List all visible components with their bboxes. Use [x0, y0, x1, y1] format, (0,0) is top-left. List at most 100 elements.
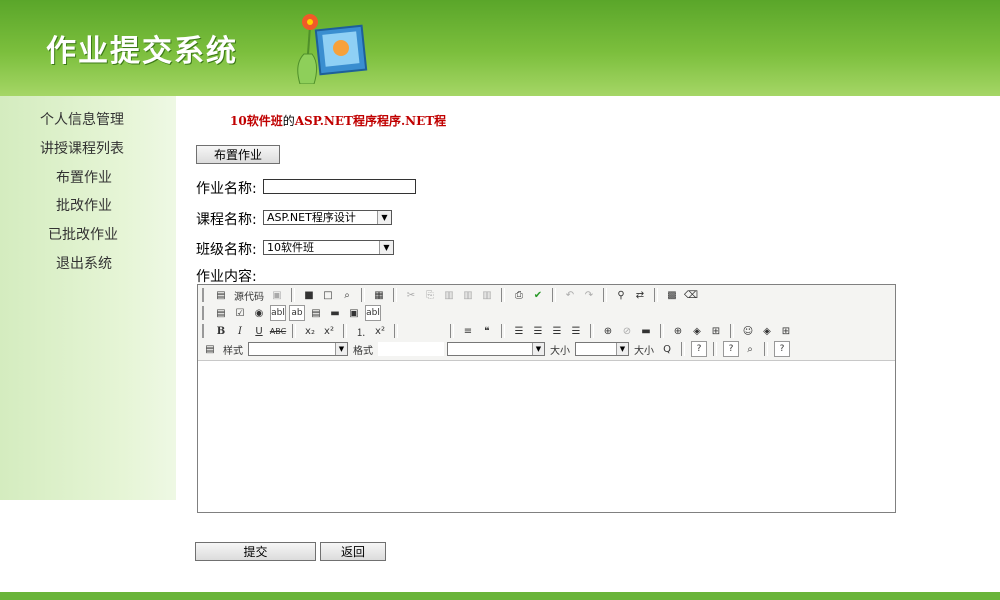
toolbar-separator	[660, 324, 664, 338]
new-document-icon[interactable]: □	[320, 287, 336, 303]
sidebar-item-assign-homework[interactable]: 布置作业	[56, 167, 112, 187]
toolbar-separator	[730, 324, 734, 338]
preview-icon[interactable]: ▣	[269, 287, 285, 303]
replace-icon[interactable]: ⇄	[632, 287, 648, 303]
smiley-icon[interactable]: ☺	[740, 323, 756, 339]
print-icon[interactable]: ⎙	[511, 287, 527, 303]
toolbar-grip	[202, 306, 207, 320]
align-right-icon[interactable]: ☰	[549, 323, 565, 339]
page-break-icon[interactable]: ⊞	[778, 323, 794, 339]
app-title: 作业提交系统	[46, 34, 238, 69]
toolbar-separator	[361, 288, 365, 302]
align-center-icon[interactable]: ☰	[530, 323, 546, 339]
chevron-down-icon: ▼	[532, 343, 544, 355]
table-icon[interactable]: ⊞	[708, 323, 724, 339]
back-button[interactable]: 返回	[320, 542, 386, 561]
connector-text: 的	[282, 114, 295, 128]
toolbar-separator	[501, 288, 505, 302]
help-icon[interactable]: ?	[774, 341, 790, 357]
assign-homework-button[interactable]: 布置作业	[196, 145, 280, 164]
unlink-icon[interactable]: ⊘	[619, 323, 635, 339]
course-select[interactable]: ASP.NET程序设计 ▼	[263, 210, 392, 225]
ordered-list-icon[interactable]: ⒈	[353, 323, 369, 339]
align-justify-icon[interactable]: ☰	[568, 323, 584, 339]
class-select[interactable]: 10软件班 ▼	[263, 240, 394, 255]
help-icon[interactable]: ?	[691, 341, 707, 357]
submit-button[interactable]: 提交	[195, 542, 316, 561]
cut-icon[interactable]: ✂	[403, 287, 419, 303]
unordered-list-icon[interactable]: x²	[372, 323, 388, 339]
underline-icon[interactable]: U	[251, 323, 267, 339]
indent-icon[interactable]: ≡	[460, 323, 476, 339]
header-banner: 作业提交系统	[0, 0, 1000, 96]
font-select[interactable]: ▼	[447, 342, 545, 356]
toolbar-separator	[654, 288, 658, 302]
format-select[interactable]	[378, 342, 444, 356]
align-left-icon[interactable]: ☰	[511, 323, 527, 339]
sidebar: 个人信息管理 讲授课程列表 布置作业 批改作业 已批改作业 退出系统	[0, 96, 176, 500]
redo-icon[interactable]: ↷	[581, 287, 597, 303]
toolbar-separator	[501, 324, 505, 338]
paste-icon[interactable]: ▥	[441, 287, 457, 303]
toolbar-row-2: ▤ ☑ ◉ abl ab ▤ ▬ ▣ abl	[202, 304, 381, 322]
chevron-down-icon: ▼	[616, 343, 628, 355]
toolbar-row-4: ▤ 样式 ▼ 格式 ▼ 大小 ▼ 大小 Q ? ? ⌕ ?	[202, 340, 790, 358]
paste-text-icon[interactable]: ▥	[460, 287, 476, 303]
sidebar-item-grade-homework[interactable]: 批改作业	[56, 195, 112, 215]
editor-toolbar: ▤ 源代码 ▣ ■ □ ⌕ ▦ ✂ ⎘ ▥ ▥ ▥ ⎙ ✔ ↶ ↷ ⚲ ⇄ ▩	[198, 285, 895, 361]
course-name-label: 课程名称:	[196, 212, 257, 228]
sidebar-item-graded-homework[interactable]: 已批改作业	[48, 224, 118, 244]
image-icon[interactable]: ⊕	[670, 323, 686, 339]
size-select[interactable]: ▼	[575, 342, 629, 356]
hidden-field-icon[interactable]: abl	[365, 305, 381, 321]
special-char-icon[interactable]: ◈	[759, 323, 775, 339]
button-icon[interactable]: ▬	[327, 305, 343, 321]
toolbar-grip	[202, 324, 207, 338]
source-code-button[interactable]: 源代码	[232, 287, 266, 303]
sidebar-item-personal-info[interactable]: 个人信息管理	[40, 109, 124, 129]
course-select-value: ASP.NET程序设计	[267, 211, 356, 224]
save-icon[interactable]: ■	[301, 287, 317, 303]
style-select[interactable]: ▼	[248, 342, 348, 356]
link-icon[interactable]: ⊕	[600, 323, 616, 339]
templates-icon[interactable]: ▦	[371, 287, 387, 303]
spellcheck-icon[interactable]: ✔	[530, 287, 546, 303]
checkbox-icon[interactable]: ☑	[232, 305, 248, 321]
subscript-icon[interactable]: x₂	[302, 323, 318, 339]
copy-icon[interactable]: ⎘	[422, 287, 438, 303]
toolbar-separator	[343, 324, 347, 338]
zoom-icon[interactable]: ⌕	[742, 341, 758, 357]
paste-word-icon[interactable]: ▥	[479, 287, 495, 303]
size-label-2: 大小	[634, 345, 654, 357]
sidebar-item-course-list[interactable]: 讲授课程列表	[40, 138, 124, 158]
image-button-icon[interactable]: ▣	[346, 305, 362, 321]
rich-text-editor: ▤ 源代码 ▣ ■ □ ⌕ ▦ ✂ ⎘ ▥ ▥ ▥ ⎙ ✔ ↶ ↷ ⚲ ⇄ ▩	[197, 284, 896, 513]
editor-content-area[interactable]	[198, 361, 895, 512]
superscript-icon[interactable]: x²	[321, 323, 337, 339]
strikethrough-icon[interactable]: ABC	[270, 323, 286, 339]
form-icon[interactable]: ▤	[213, 305, 229, 321]
help-icon[interactable]: ?	[723, 341, 739, 357]
chevron-down-icon: ▼	[377, 211, 391, 224]
radio-icon[interactable]: ◉	[251, 305, 267, 321]
toolbar-row-3: B I U ABC x₂ x² ⒈ x² ≡ ❝ ☰ ☰ ☰ ☰ ⊕ ⊘ ▬ ⊕	[202, 322, 794, 340]
homework-name-input[interactable]	[263, 179, 416, 194]
flash-icon[interactable]: ◈	[689, 323, 705, 339]
blockquote-icon[interactable]: ❝	[479, 323, 495, 339]
toolbar-separator	[450, 324, 454, 338]
select-all-icon[interactable]: ▩	[664, 287, 680, 303]
textarea-icon[interactable]: ab	[289, 305, 305, 321]
print-preview-icon[interactable]: ⌕	[339, 287, 355, 303]
text-color-icon[interactable]: Q	[659, 341, 675, 357]
text-field-icon[interactable]: abl	[270, 305, 286, 321]
toolbar-row-1: ▤ 源代码 ▣ ■ □ ⌕ ▦ ✂ ⎘ ▥ ▥ ▥ ⎙ ✔ ↶ ↷ ⚲ ⇄ ▩	[202, 286, 699, 304]
find-icon[interactable]: ⚲	[613, 287, 629, 303]
undo-icon[interactable]: ↶	[562, 287, 578, 303]
italic-icon[interactable]: I	[232, 323, 248, 339]
sidebar-item-logout[interactable]: 退出系统	[56, 253, 112, 273]
remove-format-icon[interactable]: ⌫	[683, 287, 699, 303]
bold-icon[interactable]: B	[213, 323, 229, 339]
select-field-icon[interactable]: ▤	[308, 305, 324, 321]
toolbar-separator	[552, 288, 556, 302]
anchor-icon[interactable]: ▬	[638, 323, 654, 339]
